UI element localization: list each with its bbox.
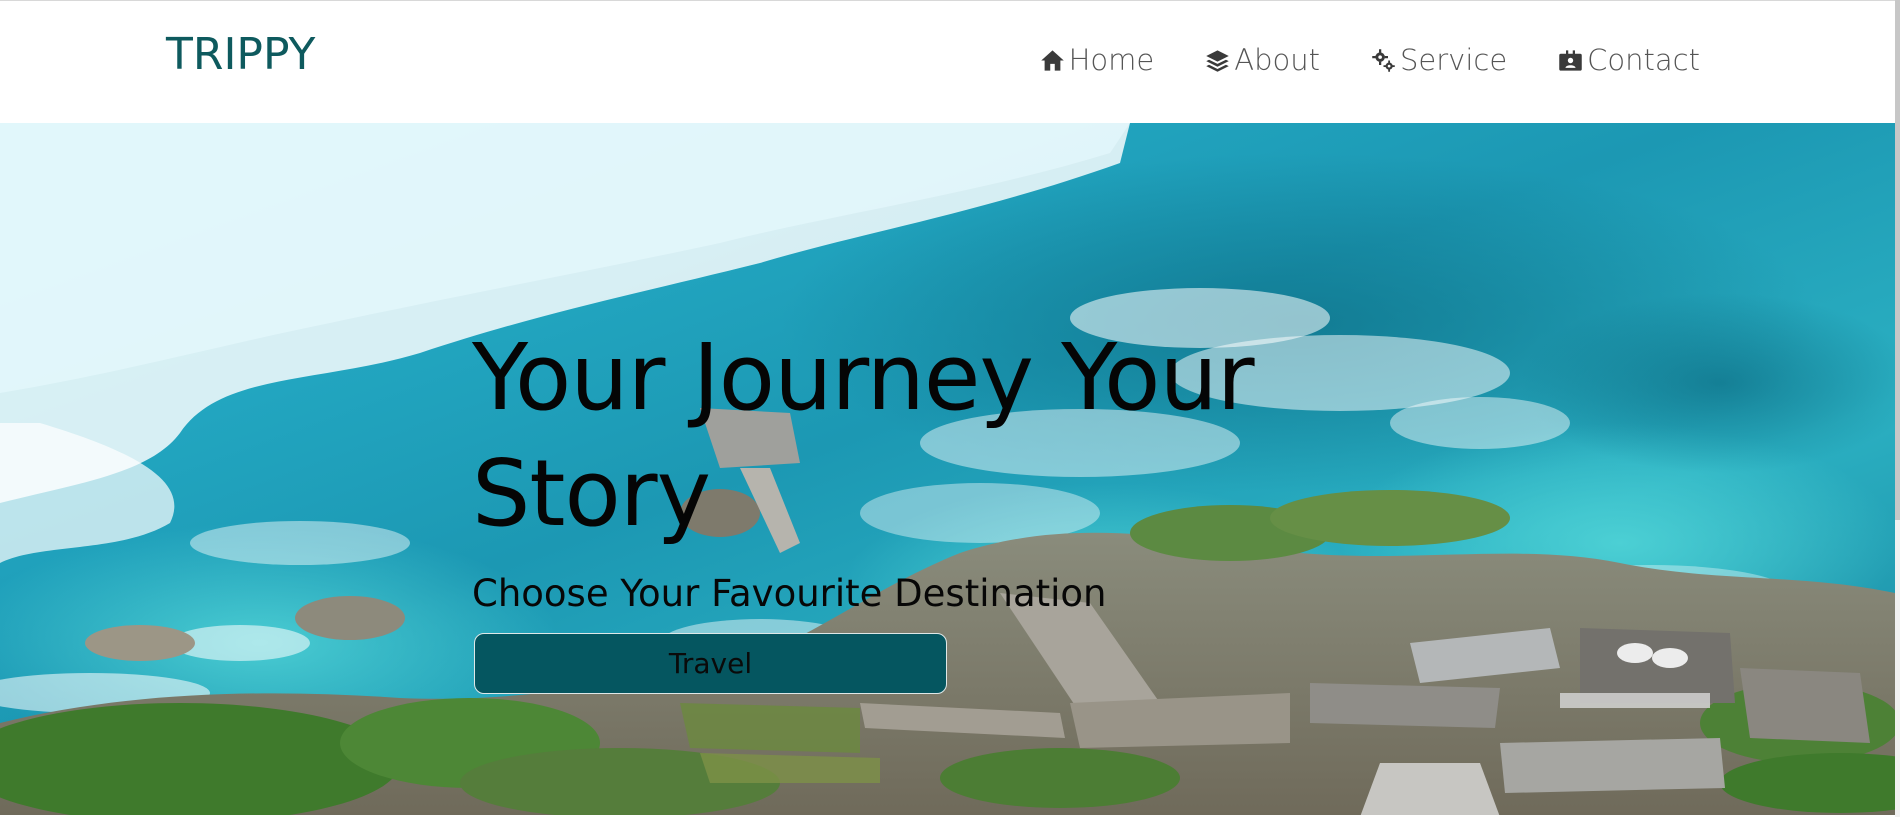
hero-content: Your Journey Your Story Choose Your Favo… — [472, 320, 1372, 616]
home-icon — [1039, 47, 1066, 74]
nav-item-service[interactable]: Service — [1370, 43, 1507, 77]
hero-subtitle: Choose Your Favourite Destination — [472, 572, 1107, 615]
nav-label-contact: Contact — [1587, 43, 1700, 77]
nav-label-home: Home — [1068, 43, 1155, 77]
hero-title: Your Journey Your Story — [472, 324, 1255, 547]
contact-card-icon — [1557, 47, 1584, 74]
page: TRIPPY Home About Service Contact Your J… — [0, 0, 1900, 817]
layers-icon — [1204, 47, 1231, 74]
scrollbar-track[interactable] — [1895, 0, 1900, 817]
gears-icon — [1370, 47, 1397, 74]
scrollbar-thumb[interactable] — [1895, 0, 1900, 520]
nav-item-home[interactable]: Home — [1039, 43, 1155, 77]
travel-button[interactable]: Travel — [474, 633, 947, 694]
navbar: TRIPPY Home About Service Contact — [0, 0, 1895, 123]
nav-label-service: Service — [1399, 43, 1508, 77]
nav-label-about: About — [1234, 43, 1320, 77]
nav-item-contact[interactable]: Contact — [1557, 43, 1700, 77]
nav-item-about[interactable]: About — [1204, 43, 1320, 77]
nav-links: Home About Service Contact — [1039, 43, 1700, 77]
brand-logo[interactable]: TRIPPY — [166, 29, 315, 80]
